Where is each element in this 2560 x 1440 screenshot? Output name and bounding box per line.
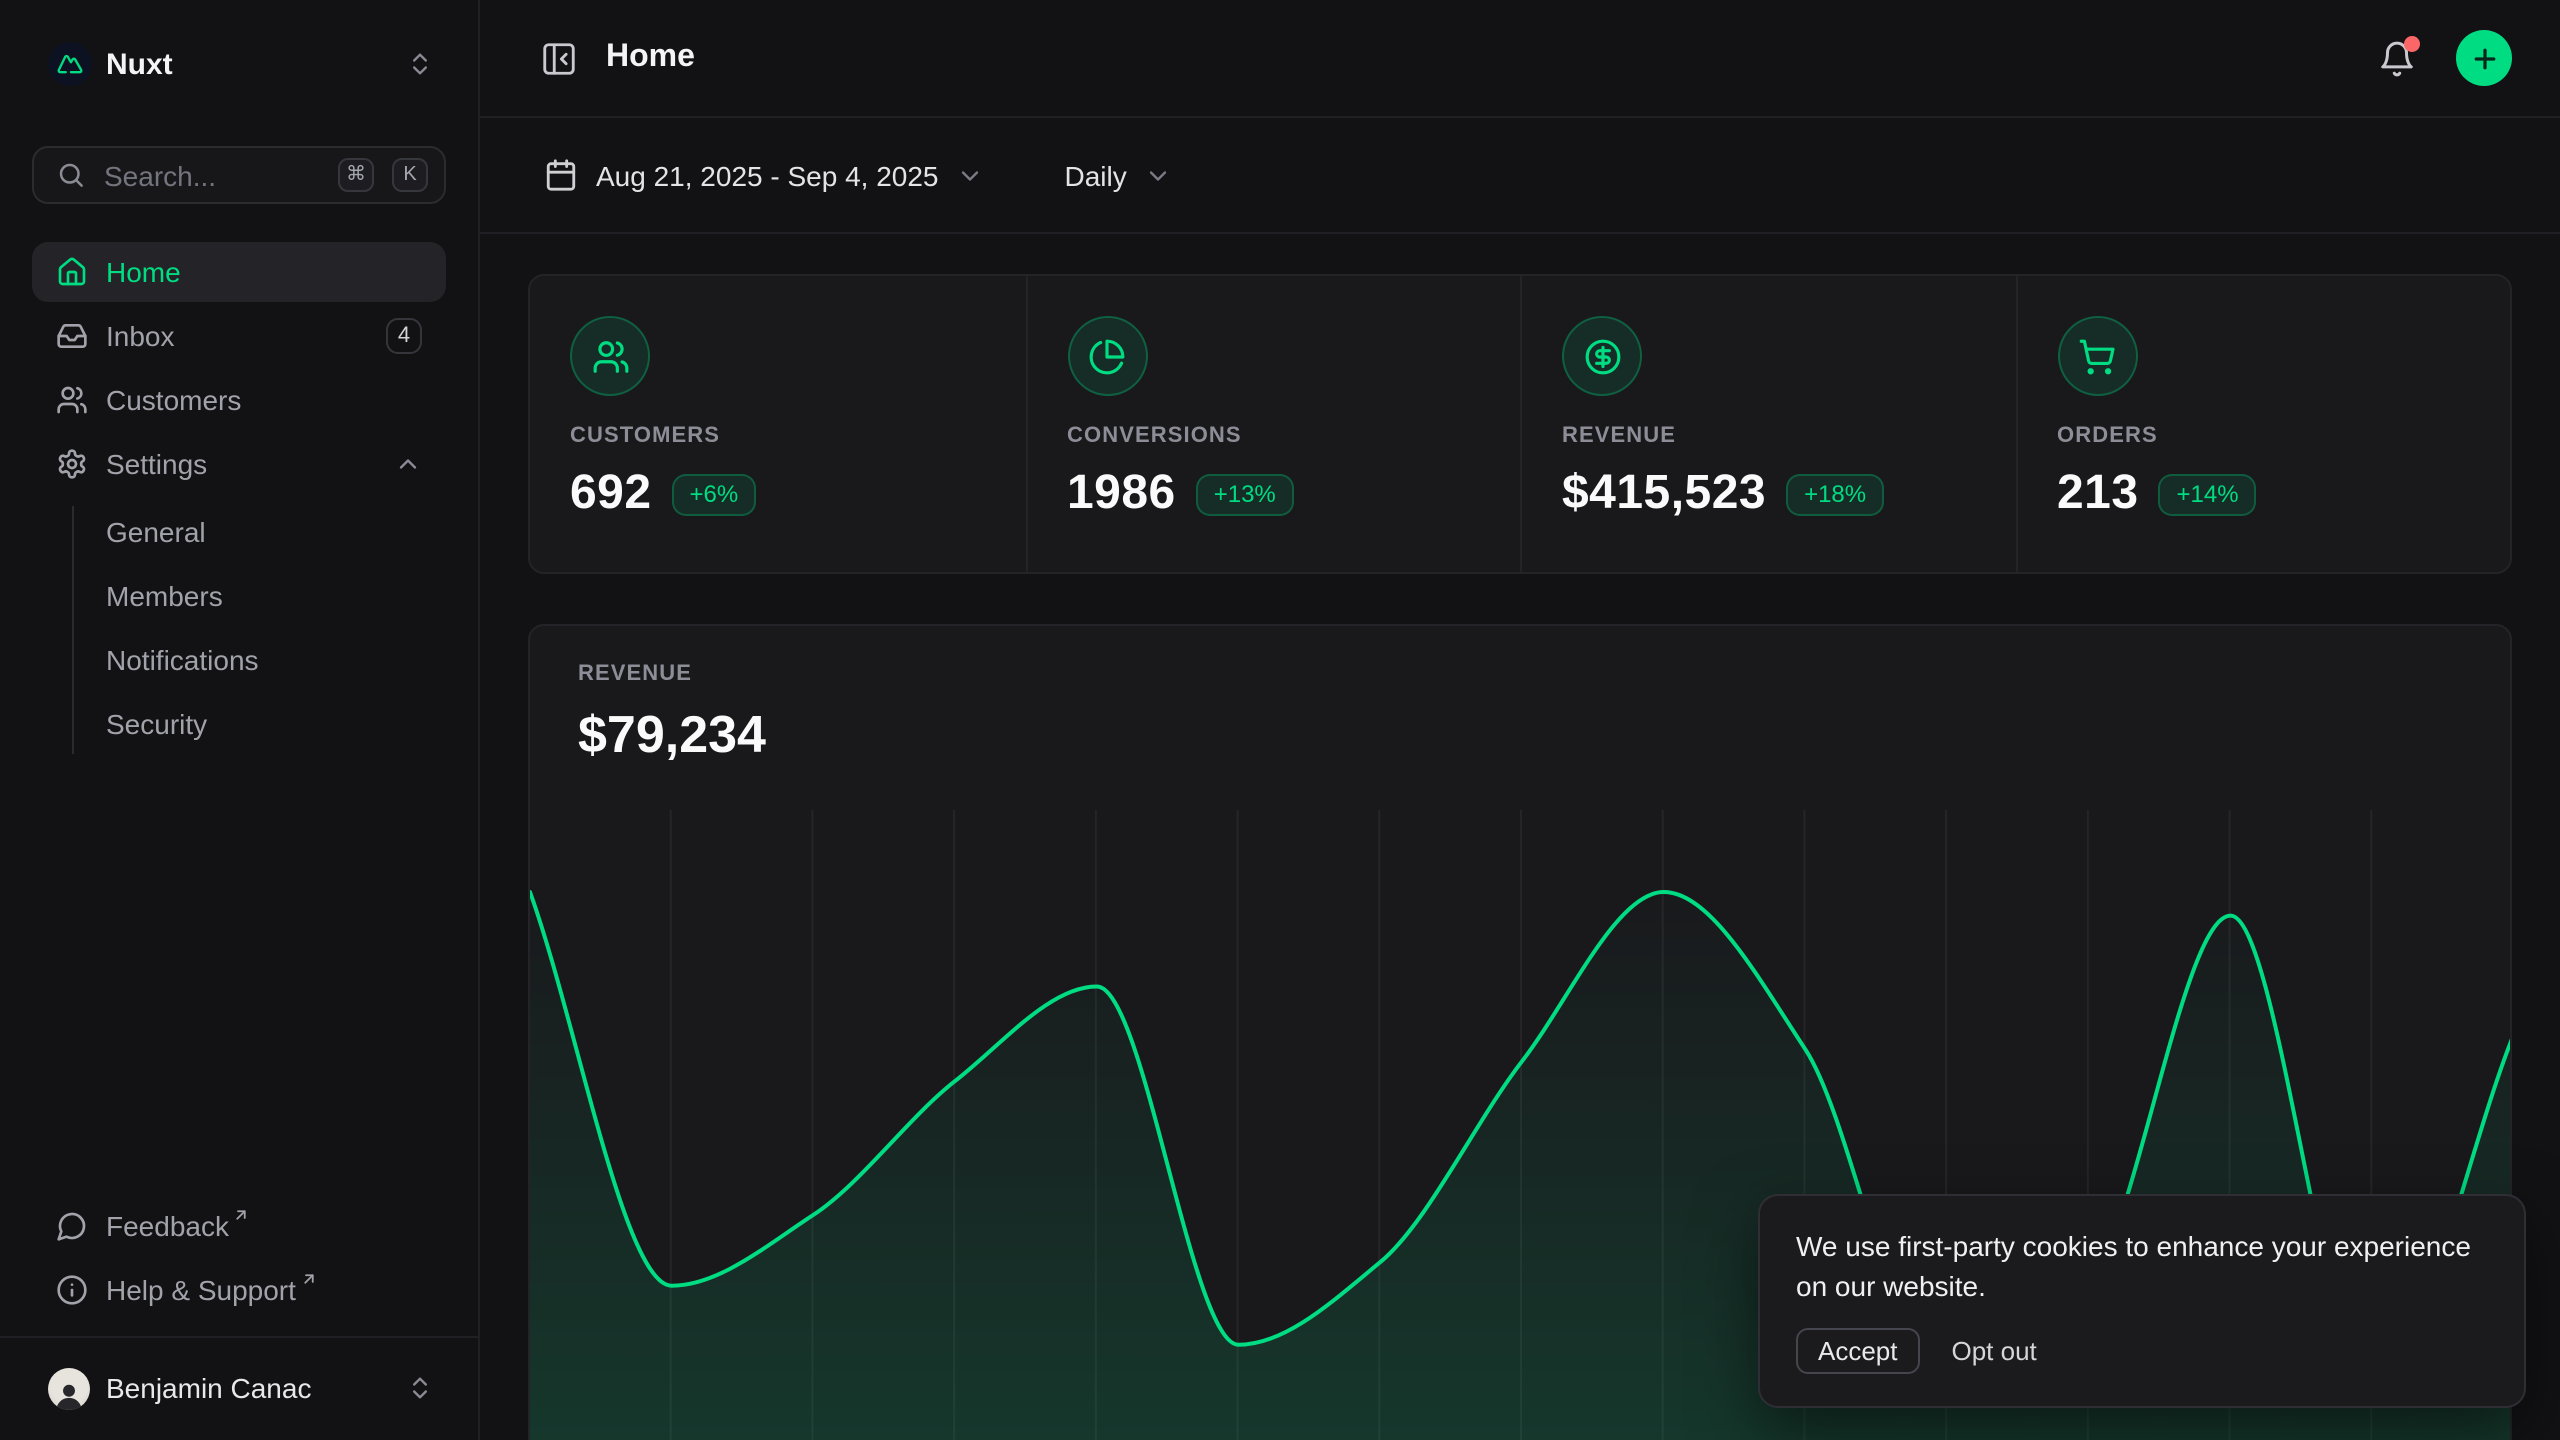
sidebar-item-home[interactable]: Home [32, 242, 446, 302]
sidebar-item-label: Settings [106, 448, 207, 480]
user-menu[interactable]: Benjamin Canac [32, 1356, 446, 1420]
stat-label: CUSTOMERS [570, 424, 985, 448]
sidebar-item-label: Home [106, 256, 181, 288]
stat-customers: CUSTOMERS 692 +6% [530, 276, 1025, 572]
user-name: Benjamin Canac [106, 1372, 311, 1404]
kbd-meta: ⌘ [338, 158, 374, 192]
user-section: Benjamin Canac [0, 1336, 478, 1440]
revenue-total: $79,234 [578, 704, 2462, 766]
sidebar-item-label: Customers [106, 384, 241, 416]
info-circle-icon [56, 1274, 88, 1306]
stat-delta-badge: +18% [1786, 473, 1884, 515]
search-placeholder: Search... [104, 159, 216, 191]
stat-delta-badge: +13% [1196, 473, 1294, 515]
sidebar-item-label: Inbox [106, 320, 175, 352]
sidebar-item-inbox[interactable]: Inbox 4 [32, 306, 446, 366]
add-button[interactable] [2456, 30, 2512, 86]
notifications-button[interactable] [2370, 31, 2424, 85]
page-header: Home [480, 0, 2560, 118]
stat-revenue: REVENUE $415,523 +18% [1520, 276, 2015, 572]
stat-label: REVENUE [1562, 424, 1975, 448]
inbox-icon [56, 320, 88, 352]
plus-icon [2469, 43, 2499, 73]
sidebar-item-settings[interactable]: Settings [32, 434, 446, 494]
granularity-label: Daily [1065, 159, 1127, 191]
stat-delta-badge: +14% [2159, 473, 2257, 515]
sidebar-item-general[interactable]: General [32, 502, 446, 562]
stat-orders: ORDERS 213 +14% [2015, 276, 2510, 572]
notification-dot [2404, 35, 2420, 51]
collapse-sidebar-button[interactable] [532, 31, 586, 85]
sidebar-item-customers[interactable]: Customers [32, 370, 446, 430]
stat-label: CONVERSIONS [1067, 424, 1480, 448]
users-icon [56, 384, 88, 416]
sidebar-item-label: General [106, 516, 206, 548]
cookie-banner: We use first-party cookies to enhance yo… [1758, 1194, 2526, 1408]
sidebar-item-label: Notifications [106, 644, 259, 676]
home-icon [56, 256, 88, 288]
revenue-label: REVENUE [578, 662, 2462, 686]
sidebar-item-notifications[interactable]: Notifications [32, 630, 446, 690]
stat-value: 692 [570, 466, 652, 522]
date-range-label: Aug 21, 2025 - Sep 4, 2025 [596, 159, 939, 191]
kbd-k: K [392, 158, 428, 192]
chevrons-up-down-icon [406, 50, 434, 78]
accept-button[interactable]: Accept [1796, 1328, 1920, 1374]
stat-value: $415,523 [1562, 466, 1766, 522]
workspace-switcher[interactable]: Nuxt [32, 32, 446, 96]
calendar-icon [544, 158, 578, 192]
stat-conversions: CONVERSIONS 1986 +13% [1025, 276, 1520, 572]
inbox-badge: 4 [386, 318, 422, 354]
sidebar-item-label: Security [106, 708, 207, 740]
message-circle-icon [56, 1210, 88, 1242]
search-input[interactable]: Search... ⌘ K [32, 146, 446, 204]
app-window: Nuxt Search... ⌘ K Home [0, 0, 2560, 1440]
stat-value: 213 [2057, 466, 2139, 522]
panel-left-close-icon [540, 39, 578, 77]
stats-row: CUSTOMERS 692 +6% CONVERSIONS 1986 +13% [528, 274, 2512, 574]
external-link-icon [300, 1270, 318, 1288]
sidebar-item-security[interactable]: Security [32, 694, 446, 754]
stat-value: 1986 [1067, 466, 1176, 522]
chevron-down-icon [1145, 161, 1173, 189]
external-link-icon [233, 1206, 251, 1224]
date-range-picker[interactable]: Aug 21, 2025 - Sep 4, 2025 [532, 146, 997, 204]
workspace-name: Nuxt [106, 47, 173, 81]
page-title: Home [606, 40, 695, 76]
sidebar-footer: Feedback Help & Support [32, 1196, 446, 1336]
chevrons-up-down-icon [406, 1374, 434, 1402]
feedback-label: Feedback [106, 1210, 229, 1242]
search-icon [56, 160, 86, 190]
chevron-down-icon [957, 161, 985, 189]
granularity-select[interactable]: Daily [1053, 147, 1185, 203]
opt-out-button[interactable]: Opt out [1936, 1330, 2053, 1372]
stat-delta-badge: +6% [672, 473, 757, 515]
stat-label: ORDERS [2057, 424, 2470, 448]
help-support-link[interactable]: Help & Support [32, 1260, 446, 1320]
filter-bar: Aug 21, 2025 - Sep 4, 2025 Daily [480, 118, 2560, 234]
help-support-label: Help & Support [106, 1274, 296, 1306]
feedback-link[interactable]: Feedback [32, 1196, 446, 1256]
pie-chart-icon [1067, 316, 1147, 396]
cookie-message: We use first-party cookies to enhance yo… [1796, 1226, 2488, 1306]
shopping-cart-icon [2057, 316, 2137, 396]
sidebar-item-label: Members [106, 580, 223, 612]
gear-icon [56, 448, 88, 480]
avatar [48, 1367, 90, 1409]
sidebar-item-members[interactable]: Members [32, 566, 446, 626]
nuxt-logo-icon [48, 42, 92, 86]
settings-subnav: General Members Notifications Security [32, 498, 446, 762]
circle-dollar-icon [1562, 316, 1642, 396]
users-icon [570, 316, 650, 396]
sidebar: Nuxt Search... ⌘ K Home [0, 0, 480, 1440]
chevron-up-icon [394, 450, 422, 478]
sidebar-nav: Home Inbox 4 Customers Settings [32, 242, 446, 762]
